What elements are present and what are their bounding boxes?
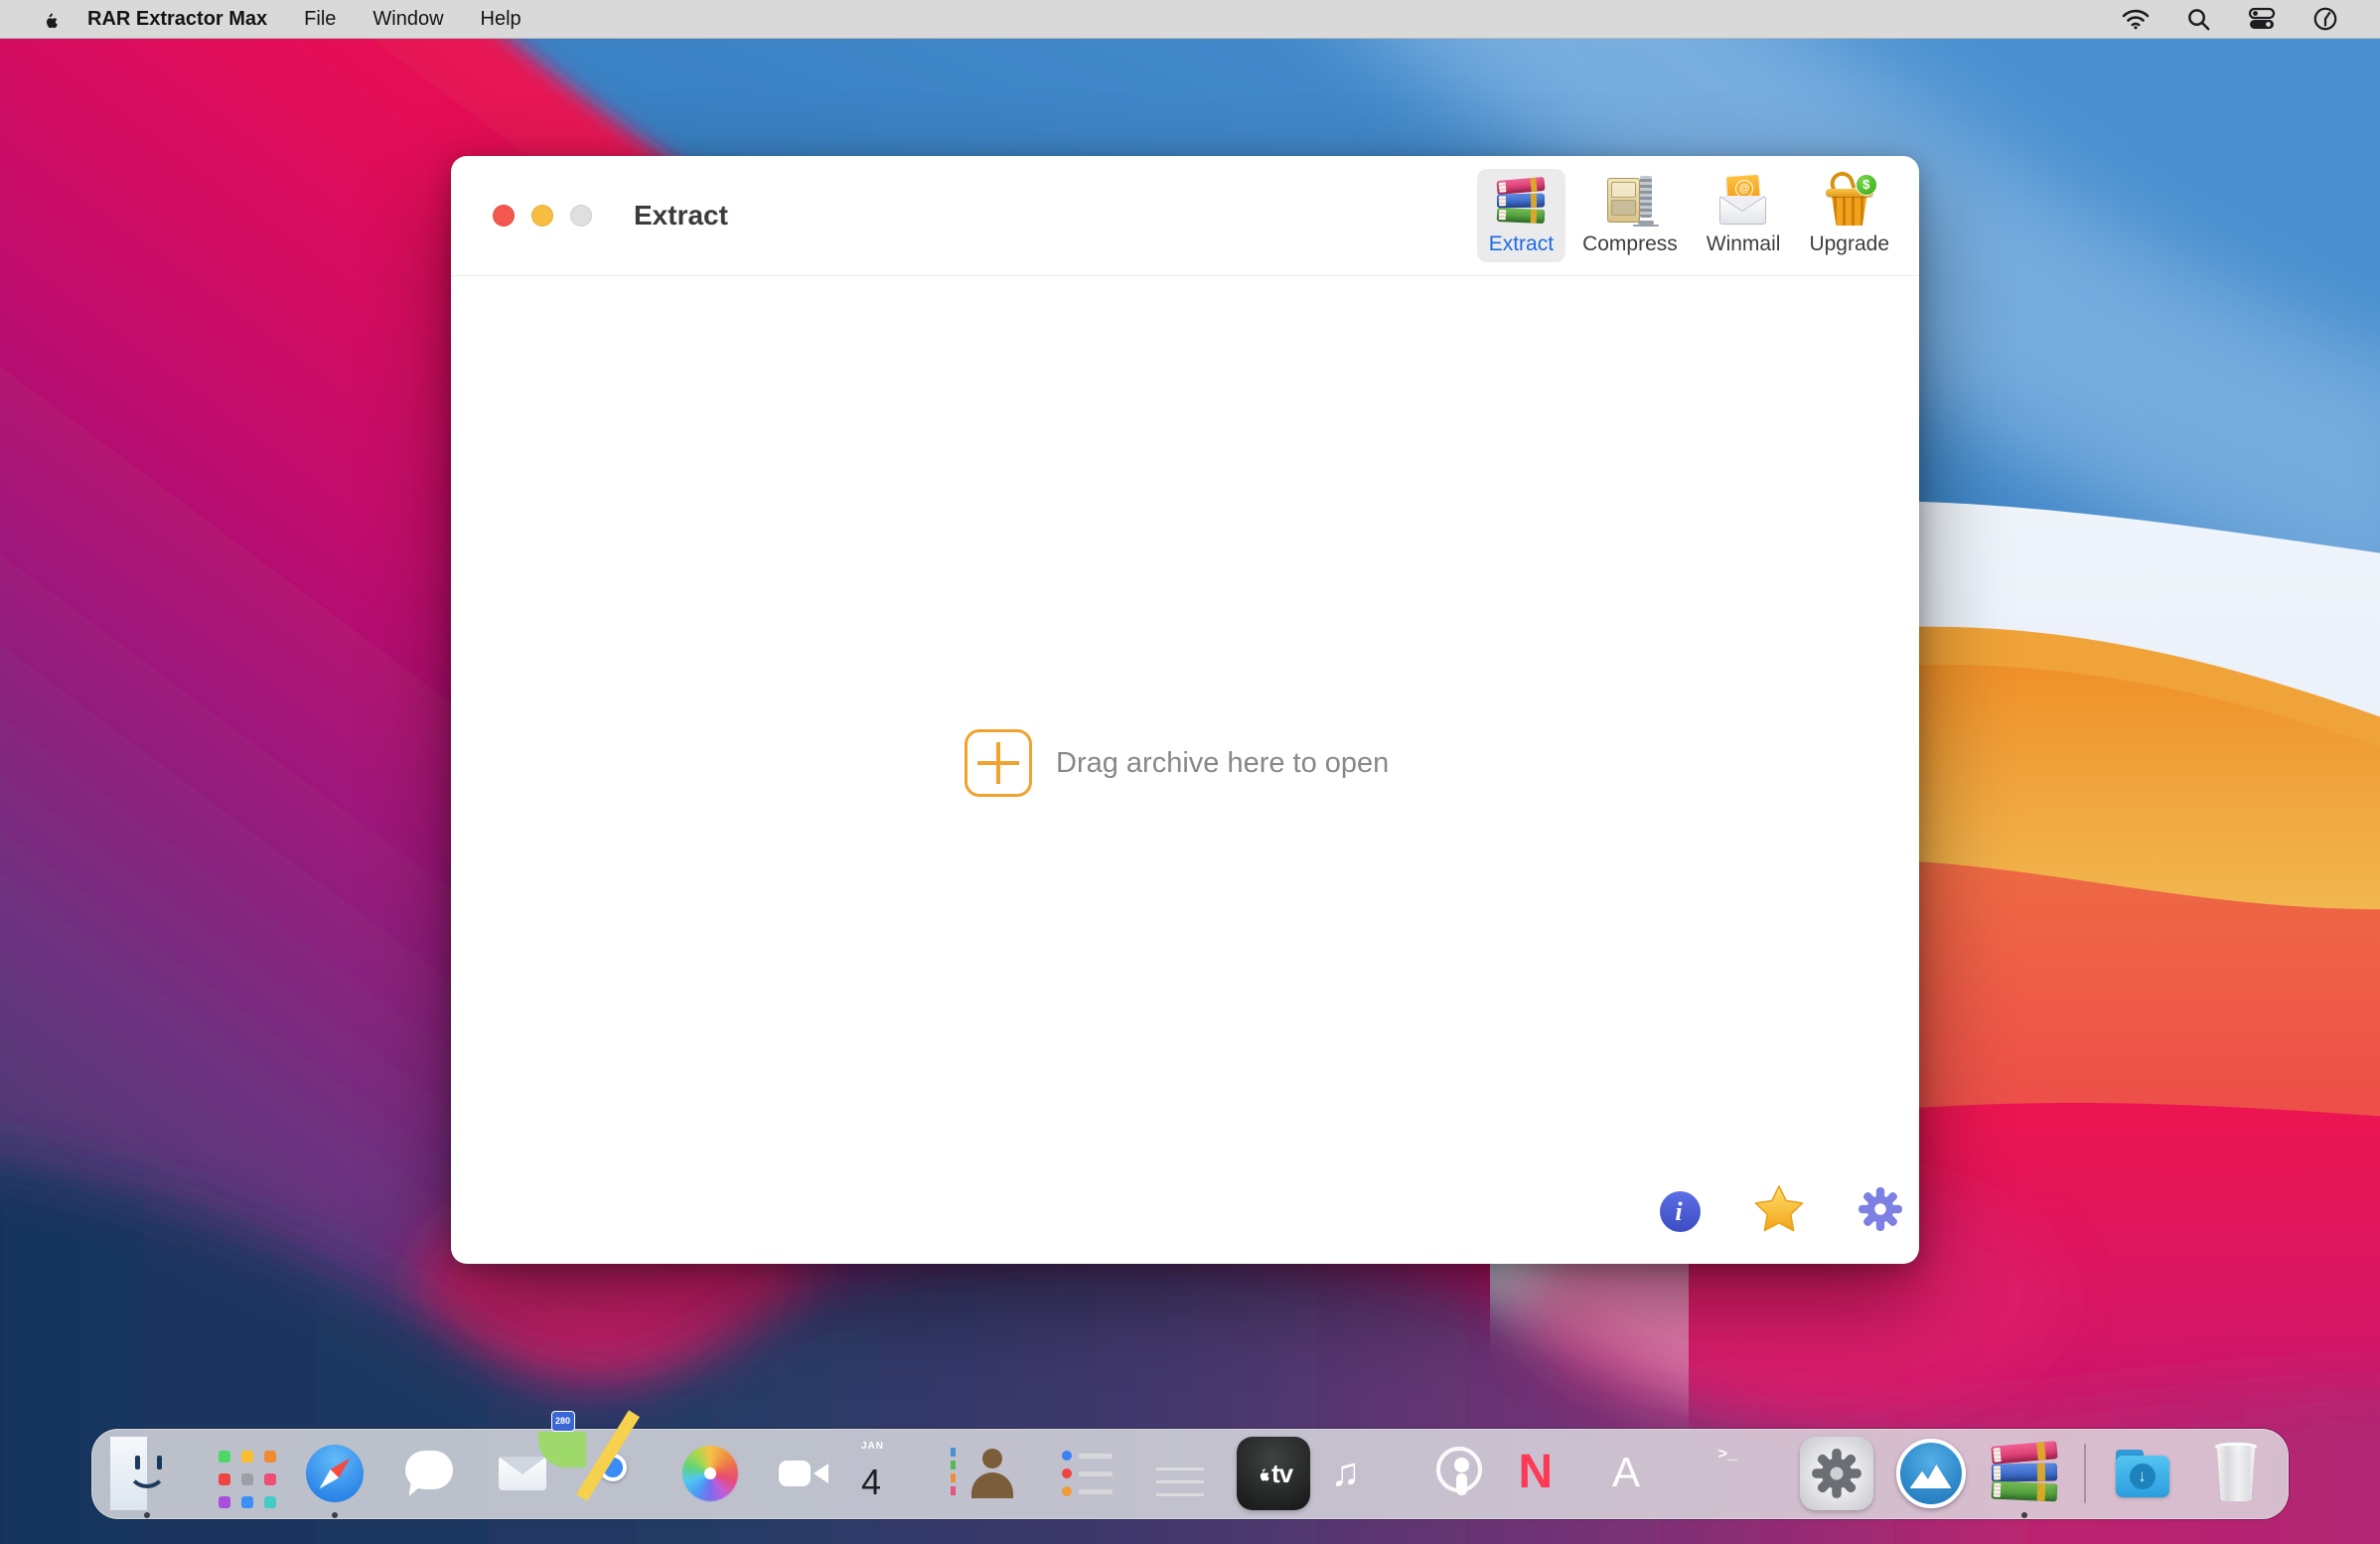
app-window: Extract Extract Compress @ Winmail — [451, 156, 1919, 1264]
dock-item-trash[interactable] — [2199, 1437, 2273, 1510]
rar-books-icon — [1493, 174, 1549, 230]
archive-dropzone[interactable]: Drag archive here to open — [965, 729, 1389, 797]
toolbar-tab-upgrade[interactable]: $ Upgrade — [1797, 169, 1901, 262]
dock-item-maps[interactable]: 280 — [580, 1437, 654, 1510]
apple-menu-icon[interactable] — [40, 8, 58, 30]
settings-gear-button[interactable] — [1858, 1186, 1903, 1237]
dock-item-safari[interactable] — [298, 1437, 372, 1510]
dock-item-terminal[interactable]: >_ — [1707, 1437, 1780, 1510]
dock-item-news[interactable]: N — [1519, 1437, 1592, 1510]
zip-cabinet-icon — [1602, 174, 1658, 230]
menu-app-name[interactable]: RAR Extractor Max — [87, 8, 267, 31]
dock-item-appcleaner[interactable] — [1894, 1437, 1968, 1510]
winmail-envelope-icon: @ — [1715, 174, 1771, 230]
dollar-badge: $ — [1856, 174, 1877, 196]
dock-item-sysprefs[interactable] — [1800, 1437, 1873, 1510]
add-archive-icon[interactable] — [965, 729, 1032, 797]
dock-item-podcasts[interactable] — [1424, 1437, 1498, 1510]
toolbar-tab-extract[interactable]: Extract — [1477, 169, 1565, 262]
dropzone-hint-text: Drag archive here to open — [1056, 747, 1389, 780]
wifi-icon[interactable] — [2122, 8, 2150, 31]
close-button[interactable] — [493, 205, 515, 227]
menu-bar: RAR Extractor Max File Window Help — [0, 0, 2380, 39]
spotlight-search-icon[interactable] — [2186, 7, 2211, 32]
window-toolbar: Extract Compress @ Winmail $ Upgrade — [1477, 169, 1901, 262]
dock-item-rar[interactable] — [1988, 1437, 2061, 1510]
dock-item-launchpad[interactable] — [205, 1437, 278, 1510]
dock-item-facetime[interactable] — [768, 1437, 841, 1510]
menu-item-help[interactable]: Help — [481, 8, 521, 31]
dock-item-reminders[interactable] — [1049, 1437, 1122, 1510]
dock-item-downloads[interactable]: ↓ — [2106, 1437, 2179, 1510]
dock-item-music[interactable]: ♫ — [1331, 1437, 1405, 1510]
minimize-button[interactable] — [531, 205, 553, 227]
window-footer: i — [1660, 1183, 1903, 1240]
info-button[interactable]: i — [1660, 1191, 1701, 1232]
dock-item-contacts[interactable] — [956, 1437, 1029, 1510]
dock-item-photos[interactable] — [673, 1437, 747, 1510]
appletv-icon: tv — [1237, 1437, 1310, 1510]
dock-separator — [2084, 1444, 2086, 1503]
clock-icon[interactable] — [2312, 6, 2338, 32]
zoom-button[interactable] — [570, 205, 592, 227]
dock: 280 JAN4 tv ♫ NA >_ ↓ — [91, 1429, 2289, 1519]
menu-item-window[interactable]: Window — [372, 8, 443, 31]
toolbar-tab-compress[interactable]: Compress — [1570, 169, 1690, 262]
favorite-star-button[interactable] — [1752, 1183, 1806, 1240]
dock-item-appletv[interactable]: tv — [1237, 1437, 1310, 1510]
toolbar-tab-winmail[interactable]: @ Winmail — [1695, 169, 1793, 262]
upgrade-basket-icon: $ — [1822, 174, 1877, 230]
window-title: Extract — [634, 200, 728, 232]
control-center-icon[interactable] — [2248, 7, 2276, 31]
sysprefs-icon — [1800, 1437, 1873, 1510]
window-titlebar: Extract Extract Compress @ Winmail — [451, 156, 1919, 276]
dock-item-finder[interactable] — [110, 1437, 184, 1510]
dock-item-appstore[interactable]: A — [1612, 1437, 1686, 1510]
dock-item-messages[interactable] — [392, 1437, 466, 1510]
menu-item-file[interactable]: File — [304, 8, 336, 31]
dock-item-calendar[interactable]: JAN4 — [861, 1437, 935, 1510]
traffic-lights — [451, 205, 592, 227]
dock-item-notes[interactable] — [1143, 1437, 1217, 1510]
